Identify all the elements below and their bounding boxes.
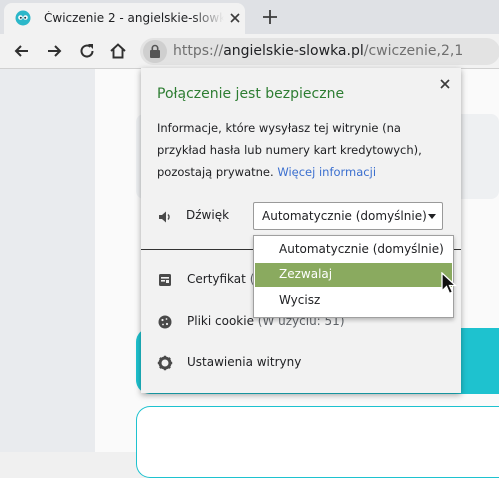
new-tab-icon[interactable] (259, 6, 281, 28)
url-scheme: https:// (173, 43, 224, 59)
forward-icon[interactable] (44, 41, 64, 61)
sound-option-label: Automatycznie (domyślnie) (279, 242, 444, 256)
site-info-popup: Połączenie jest bezpieczne Informacje, k… (141, 68, 461, 393)
sound-options-list: Automatycznie (domyślnie) Zezwalaj Wycis… (253, 235, 454, 318)
sound-option-mute[interactable]: Wycisz (255, 289, 452, 313)
url-host: angielskie-slowka.pl (223, 43, 364, 59)
browser-tab[interactable]: Ćwiczenie 2 - angielskie-slowka.pl (4, 3, 245, 34)
site-settings-row[interactable]: Ustawienia witryny (187, 355, 301, 369)
certificate-label: Certyfikat (187, 272, 246, 286)
sound-select[interactable]: Automatycznie (domyślnie) (253, 202, 443, 230)
url-path: /cwiczenie,2,1 (363, 43, 464, 59)
cookies-label: Pliki cookie (187, 314, 254, 328)
connection-description: Informacje, które wysyłasz tej witrynie … (157, 117, 447, 183)
lock-icon (150, 44, 160, 58)
chevron-down-icon (428, 214, 436, 219)
address-bar[interactable]: https://angielskie-slowka.pl/cwiczenie,2… (140, 38, 499, 65)
sound-option-label: Zezwalaj (279, 267, 333, 281)
certificate-icon (159, 274, 171, 286)
sound-icon (159, 211, 170, 223)
gear-icon (157, 355, 173, 371)
site-info-button[interactable] (143, 40, 167, 63)
more-info-link[interactable]: Więcej informacji (277, 165, 376, 179)
cookie-icon (158, 315, 172, 329)
sound-label: Dźwięk (186, 208, 230, 222)
tab-title: Ćwiczenie 2 - angielskie-slowka.pl (44, 11, 224, 25)
tab-strip: Ćwiczenie 2 - angielskie-slowka.pl (0, 0, 499, 34)
sound-option-allow[interactable]: Zezwalaj (255, 263, 452, 287)
close-icon[interactable] (228, 11, 242, 25)
back-icon[interactable] (12, 41, 32, 61)
favicon-icon (15, 10, 31, 26)
browser-toolbar: https://angielskie-slowka.pl/cwiczenie,2… (0, 34, 499, 69)
home-icon[interactable] (108, 41, 128, 61)
close-icon[interactable] (438, 77, 452, 91)
sound-select-value: Automatycznie (domyślnie) (262, 209, 427, 223)
reload-icon[interactable] (77, 41, 97, 61)
sound-option-label: Wycisz (279, 293, 321, 307)
page-teal-outline-box (136, 406, 499, 478)
page-left-margin (0, 69, 95, 452)
url-text: https://angielskie-slowka.pl/cwiczenie,2… (173, 43, 463, 59)
sound-option-automatic[interactable]: Automatycznie (domyślnie) (255, 238, 452, 262)
mouse-cursor-icon (441, 272, 458, 295)
connection-secure-title: Połączenie jest bezpieczne (157, 86, 345, 102)
